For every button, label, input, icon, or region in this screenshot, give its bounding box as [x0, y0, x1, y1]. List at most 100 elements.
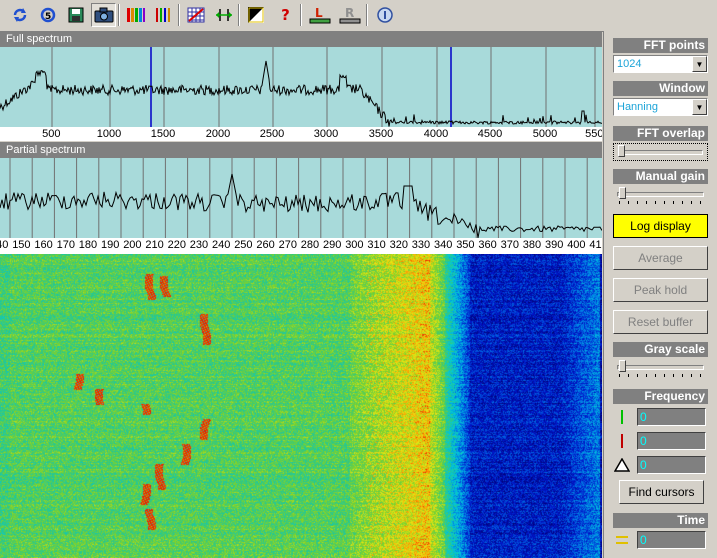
svg-text:L: L	[315, 6, 323, 20]
chevron-down-icon[interactable]: ▼	[692, 99, 707, 115]
fft-overlap-slider[interactable]	[613, 143, 708, 161]
help-icon: ?	[281, 6, 290, 24]
refresh-5-icon: 5	[39, 6, 57, 24]
bars-button[interactable]	[151, 3, 176, 27]
full-axis-tick-label: 2500	[259, 128, 285, 140]
slider-thumb[interactable]	[619, 360, 626, 372]
fft-points-label: FFT points	[613, 38, 708, 53]
partial-axis-tick-label: 380	[522, 239, 542, 251]
manual-gain-slider[interactable]	[613, 186, 708, 204]
manual-gain-label: Manual gain	[613, 169, 708, 184]
contrast-icon	[247, 6, 265, 24]
refresh-5-button[interactable]: 5	[35, 3, 60, 27]
save-button[interactable]	[63, 3, 88, 27]
slider-track	[618, 150, 703, 155]
frequency-cursor1-field[interactable]: 0	[637, 408, 706, 426]
partial-axis-tick-label: 150	[12, 239, 31, 251]
partial-axis-tick-label: 300	[345, 239, 364, 251]
partial-axis-tick-label: 180	[78, 239, 98, 251]
partial-spectrum-title: Partial spectrum	[6, 144, 86, 156]
partial-axis-tick-label: 240	[212, 239, 231, 251]
full-axis-tick-label: 4000	[423, 128, 449, 140]
partial-spectrum-axis: 1401501601701801902002102202302402502602…	[0, 238, 602, 254]
find-cursors-button[interactable]: Find cursors	[619, 480, 704, 504]
full-spectrum-axis: 500 1000 1500 2000 2500 3000 3500 4000 4500 5000 5…	[0, 127, 602, 141]
fft-points-select[interactable]: 1024 ▼	[613, 55, 708, 73]
time-cursor-icon	[613, 531, 631, 549]
partial-axis-tick-label: 290	[323, 239, 342, 251]
window-function-select[interactable]: Hanning ▼	[613, 98, 708, 116]
gray-scale-label: Gray scale	[613, 342, 708, 357]
colorbars-icon	[126, 6, 146, 24]
full-axis-tick-label: 1500	[150, 128, 176, 140]
partial-axis-tick-label: 370	[500, 239, 519, 251]
peak-hold-button[interactable]: Peak hold	[613, 278, 708, 302]
partial-axis-tick-label: 350	[456, 239, 475, 251]
partial-axis-tick-label: 310	[367, 239, 386, 251]
full-axis-tick-label: 550	[585, 128, 602, 140]
info-icon	[376, 6, 394, 24]
partial-axis-tick-label: 360	[478, 239, 497, 251]
colorbars-button[interactable]	[123, 3, 148, 27]
frequency-delta-row: 0	[613, 456, 708, 474]
full-axis-tick-label: 4500	[477, 128, 503, 140]
partial-axis-tick-label: 320	[389, 239, 408, 251]
control-panel: FFT points 1024 ▼ Window function Hannin…	[603, 31, 717, 558]
grid-icon	[186, 6, 206, 24]
frequency-cursor2-row: 0	[613, 432, 708, 450]
partial-spectrum-plot[interactable]	[0, 158, 602, 238]
frequency-delta-field[interactable]: 0	[637, 456, 706, 474]
toolbar-separator	[178, 4, 180, 26]
slider-track	[617, 192, 704, 197]
toolbar-separator	[300, 4, 302, 26]
slider-ticks	[619, 374, 702, 377]
refresh-icon	[11, 6, 29, 24]
partial-axis-tick-label: 230	[189, 239, 209, 251]
help-button[interactable]: ?	[273, 3, 298, 27]
chevron-down-icon[interactable]: ▼	[692, 56, 707, 72]
arrows-button[interactable]	[211, 3, 236, 27]
save-icon	[67, 6, 85, 24]
info-button[interactable]	[372, 3, 397, 27]
full-axis-tick-label: 3000	[313, 128, 339, 140]
full-spectrum-plot[interactable]	[0, 47, 602, 127]
delta-icon	[613, 456, 631, 474]
slider-thumb[interactable]	[618, 145, 625, 157]
partial-axis-tick-label: 260	[256, 239, 275, 251]
frequency-cursor1-row: 0	[613, 408, 708, 426]
red-cursor-icon	[613, 432, 631, 450]
full-axis-tick-label: 2000	[205, 128, 231, 140]
slider-track	[617, 365, 704, 370]
partial-axis-tick-label: 210	[145, 239, 164, 251]
log-display-button[interactable]: Log display	[613, 214, 708, 238]
contrast-button[interactable]	[243, 3, 268, 27]
camera-button[interactable]	[91, 3, 116, 27]
l-marker-icon: L	[309, 5, 331, 25]
full-spectrum-trace	[0, 60, 602, 127]
partial-spectrum-trace	[0, 173, 602, 238]
time-label: Time	[613, 513, 708, 528]
partial-axis-tick-label: 280	[300, 239, 320, 251]
average-button[interactable]: Average	[613, 246, 708, 270]
bars-icon	[154, 6, 174, 24]
frequency-cursor2-field[interactable]: 0	[637, 432, 706, 450]
slider-ticks	[619, 201, 702, 204]
partial-axis-tick-label: 200	[123, 239, 142, 251]
toolbar-separator	[366, 4, 368, 26]
l-marker-button[interactable]: L	[307, 3, 332, 27]
refresh-button[interactable]	[7, 3, 32, 27]
time-field[interactable]: 0	[637, 531, 706, 549]
full-spectrum-title: Full spectrum	[6, 33, 73, 45]
fft-overlap-label: FFT overlap	[613, 126, 708, 141]
waterfall-spectrogram[interactable]	[0, 254, 602, 558]
r-marker-button[interactable]: R	[337, 3, 362, 27]
svg-text:5: 5	[45, 12, 51, 22]
slider-thumb[interactable]	[619, 187, 626, 199]
grid-button[interactable]	[183, 3, 208, 27]
toolbar-separator	[238, 4, 240, 26]
partial-axis-tick-label: 170	[56, 239, 75, 251]
window-function-label: Window function	[613, 81, 708, 110]
gray-scale-slider[interactable]	[613, 359, 708, 377]
partial-axis-tick-label: 270	[278, 239, 297, 251]
reset-buffer-button[interactable]: Reset buffer	[613, 310, 708, 334]
